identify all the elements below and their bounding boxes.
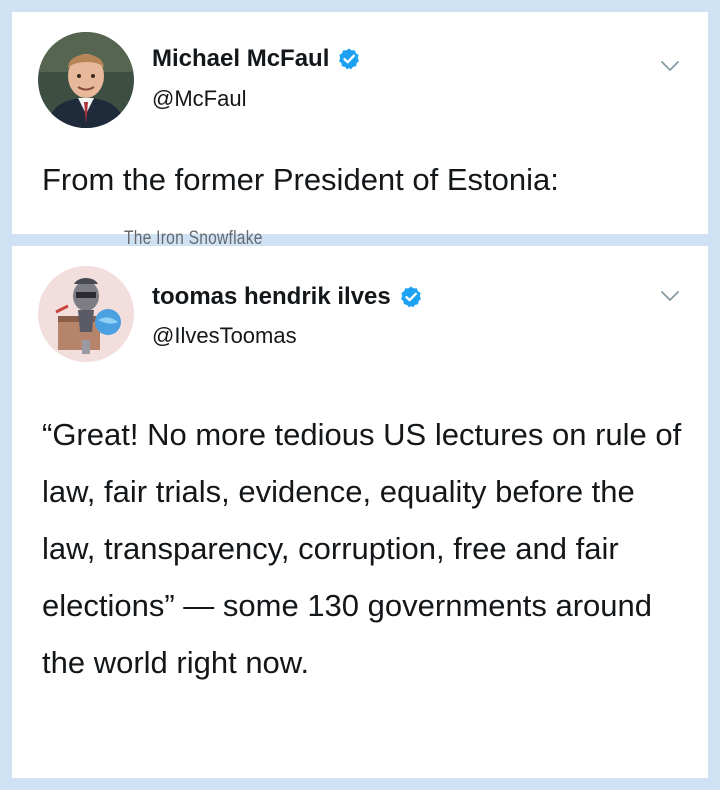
portrait-avatar-icon bbox=[38, 32, 134, 128]
illustrated-portrait-avatar-icon bbox=[38, 266, 134, 362]
tweet-card-ilves[interactable]: toomas hendrik ilves @IlvesToomas “Great… bbox=[12, 246, 708, 778]
chevron-down-icon[interactable] bbox=[660, 289, 680, 303]
watermark-text: The Iron Snowflake bbox=[124, 228, 263, 249]
tweet-card-mcfaul[interactable]: Michael McFaul @McFaul From the former P… bbox=[12, 12, 708, 234]
avatar[interactable] bbox=[38, 266, 134, 362]
display-name[interactable]: toomas hendrik ilves bbox=[152, 283, 391, 311]
verified-badge-icon bbox=[339, 48, 360, 70]
tweet-text: “Great! No more tedious US lectures on r… bbox=[42, 417, 682, 680]
display-name[interactable]: Michael McFaul bbox=[152, 45, 329, 73]
handle[interactable]: @McFaul bbox=[152, 86, 246, 112]
tweet-text: From the former President of Estonia: bbox=[42, 162, 559, 197]
verified-badge-icon bbox=[400, 286, 421, 308]
chevron-down-icon[interactable] bbox=[660, 59, 680, 73]
avatar[interactable] bbox=[38, 32, 134, 128]
handle[interactable]: @IlvesToomas bbox=[152, 323, 297, 349]
